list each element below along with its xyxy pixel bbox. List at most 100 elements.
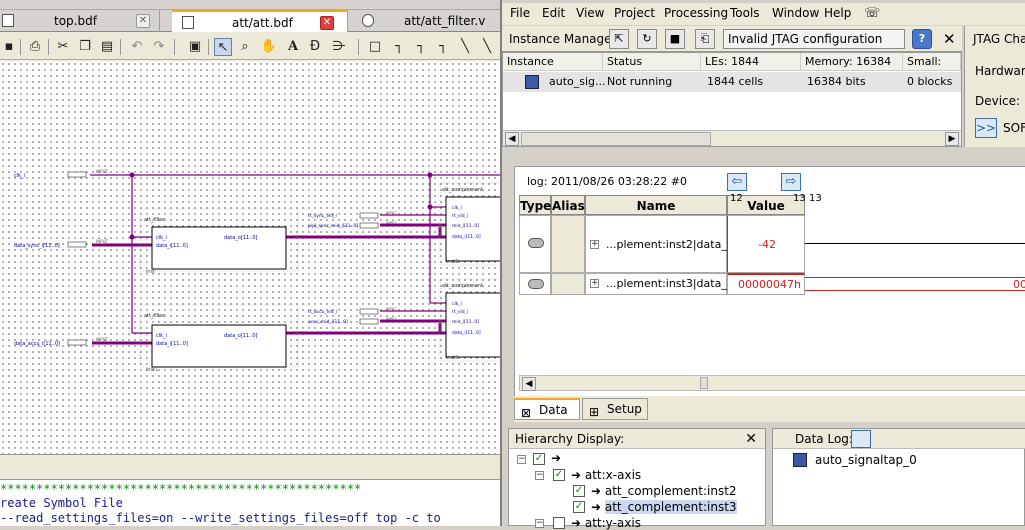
tree-checkbox[interactable]	[553, 517, 565, 529]
wave-value: 00	[1013, 278, 1025, 291]
att-filter-block-inst1[interactable]: att_filter clk_i data_i[11..0] data_o[11…	[139, 304, 299, 373]
whats-this-icon[interactable]: ☏	[864, 6, 880, 21]
tab-top-bdf[interactable]: top.bdf ✕	[0, 10, 160, 32]
tree-node-y-axis[interactable]: ➜ att:y-axis	[571, 516, 641, 530]
root-checkbox[interactable]: ✓	[533, 453, 545, 465]
top-strip	[0, 0, 500, 10]
waveform-line	[805, 243, 1025, 244]
save-icon[interactable]: ▪	[0, 38, 18, 56]
menu-help[interactable]: Help	[824, 6, 851, 20]
tree-node-inst3[interactable]: ➜ att_complement:inst3	[591, 500, 737, 514]
diagonal-node-tool-icon[interactable]: ╲	[456, 38, 474, 56]
scroll-thumb[interactable]	[521, 132, 711, 146]
rectangle-tool-icon[interactable]: □	[366, 38, 384, 56]
tab-att-filter-v[interactable]: att/att_filter.v	[356, 10, 500, 32]
datalog-enable-icon[interactable]	[851, 430, 871, 448]
schematic-canvas[interactable]: clk_i INPUT data_sync_i[11..0] INPUT dat…	[0, 61, 500, 454]
menu-file[interactable]: File	[510, 6, 530, 20]
next-transition-icon[interactable]: ⇨	[781, 173, 801, 191]
pin-tag: INPUT	[96, 169, 109, 174]
menu-project[interactable]: Project	[614, 6, 655, 20]
expand-icon[interactable]: +	[590, 279, 599, 288]
cut-icon[interactable]: ✂	[54, 38, 72, 56]
zoom-tool-icon[interactable]: ⌕	[236, 38, 254, 56]
tab-label: att/att_filter.v	[404, 14, 486, 28]
collapse-icon[interactable]: −	[535, 519, 544, 528]
pin-tool-icon[interactable]: ⋺	[330, 38, 348, 56]
tree-checkbox[interactable]: ✓	[573, 501, 585, 513]
close-icon[interactable]: ✕	[943, 30, 956, 48]
close-icon[interactable]: ✕	[320, 16, 334, 30]
tab-setup[interactable]: ⊞ Setup	[582, 398, 648, 420]
paste-icon[interactable]: ▤	[98, 38, 116, 56]
orthogonal-conduit-tool-icon[interactable]: ┐	[434, 38, 452, 56]
pin-name: data_sync_i[11..0]	[14, 243, 60, 249]
stop-analysis-icon[interactable]: ■	[665, 29, 685, 49]
jtag-status-field: Invalid JTAG configuration	[723, 29, 905, 49]
messages-panel: ****************************************…	[0, 480, 500, 526]
att-filter-block-inst[interactable]: att_filter clk_i data_i[11..0] data_o[11…	[139, 208, 299, 275]
pin-tag: INPUT	[96, 239, 109, 244]
instance-hscrollbar[interactable]: ◀ ▶	[503, 130, 961, 146]
scroll-left-icon[interactable]: ◀	[505, 132, 519, 146]
undo-icon[interactable]: ↶	[128, 38, 146, 56]
data-hscrollbar[interactable]: ◀	[519, 375, 1025, 391]
collapse-icon[interactable]: −	[535, 471, 544, 480]
tab-data[interactable]: ⊠ Data	[514, 398, 580, 420]
tree-label: att_complement:inst3	[604, 500, 737, 514]
diagonal-bus-tool-icon[interactable]: ╲	[478, 38, 496, 56]
att-complement-block-inst3[interactable]: att_complement clk_i rt_vld_i mid_i[11..…	[439, 278, 500, 362]
tree-label: att_complement:inst2	[604, 484, 737, 498]
orthogonal-node-tool-icon[interactable]: ┐	[390, 38, 408, 56]
scroll-left-icon[interactable]: ◀	[522, 377, 536, 391]
print-icon[interactable]: ⎙	[26, 38, 44, 56]
tree-node-inst2[interactable]: ➜ att_complement:inst2	[591, 484, 737, 498]
run-analysis-icon[interactable]: ↻	[637, 29, 657, 49]
port-label: mid_i[11..0]	[452, 223, 479, 229]
signal-value: -42	[758, 238, 776, 251]
sof-browse-button[interactable]: >>	[975, 118, 997, 138]
read-data-icon[interactable]: ⎗	[695, 29, 715, 49]
schematic-hscrollbar[interactable]	[0, 454, 500, 480]
scroll-thumb[interactable]	[700, 377, 708, 389]
toolbar-separator	[174, 39, 175, 55]
tab-att-bdf[interactable]: att/att.bdf ✕	[172, 10, 348, 32]
text-tool-icon[interactable]: A	[284, 38, 302, 56]
log-timestamp: log: 2011/08/26 03:28:22 #0	[527, 175, 687, 188]
help-icon[interactable]: ?	[912, 29, 932, 49]
col-memory: Memory: 16384	[801, 53, 903, 71]
menu-window[interactable]: Window	[772, 6, 819, 20]
copy-icon[interactable]: ❐	[76, 38, 94, 56]
scroll-right-icon[interactable]: ▶	[945, 132, 959, 146]
collapse-icon[interactable]: −	[517, 455, 526, 464]
tree-node-x-axis[interactable]: ➜ att:x-axis	[571, 468, 641, 482]
signal-type-icon	[528, 279, 544, 289]
redo-icon[interactable]: ↷	[150, 38, 168, 56]
col-type: Type	[519, 195, 551, 215]
col-name: Name	[585, 195, 727, 215]
prev-transition-icon[interactable]: ⇦	[727, 173, 747, 191]
menu-processing[interactable]: Processing	[664, 6, 728, 20]
signal-value: 00000047h	[738, 278, 801, 291]
selection-tool-icon[interactable]: ↖	[214, 38, 232, 56]
hand-tool-icon[interactable]: ✋	[260, 38, 278, 56]
pin-name: clk_i	[14, 173, 25, 179]
tree-label: att:x-axis	[584, 468, 642, 482]
expand-icon[interactable]: +	[590, 240, 599, 249]
symbol-tool-icon[interactable]: Ð	[306, 38, 324, 56]
instance-row[interactable]: auto_sig... Not running 1844 cells 16384…	[503, 72, 961, 92]
menu-tools[interactable]: Tools	[730, 6, 760, 20]
close-icon[interactable]: ✕	[136, 14, 150, 28]
att-complement-block-inst2[interactable]: att_complement clk_i rt_vld_i mid_i[11..…	[439, 182, 500, 266]
datalog-item[interactable]: auto_signaltap_0	[815, 453, 917, 467]
instance-name: auto_sig...	[549, 75, 606, 88]
detach-window-icon[interactable]: ▣	[186, 38, 204, 56]
close-icon[interactable]: ✕	[745, 431, 757, 447]
tree-checkbox[interactable]: ✓	[573, 485, 585, 497]
menu-edit[interactable]: Edit	[542, 6, 565, 20]
autorun-icon[interactable]: ⇱	[609, 29, 629, 49]
input-pin-clk[interactable]: clk_i INPUT	[14, 169, 109, 179]
orthogonal-bus-tool-icon[interactable]: ┐	[412, 38, 430, 56]
menu-view[interactable]: View	[576, 6, 604, 20]
tree-checkbox[interactable]: ✓	[553, 469, 565, 481]
